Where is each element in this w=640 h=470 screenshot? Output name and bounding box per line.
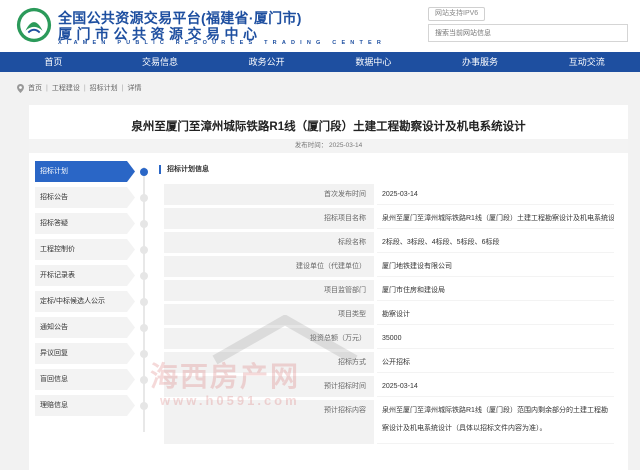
row-value: 2标段、3标段、4标段、5标段、6标段 bbox=[377, 232, 614, 253]
row-label: 首次发布时间 bbox=[164, 184, 374, 205]
sidebar-item-bid-plan[interactable]: 招标计划 bbox=[35, 161, 155, 182]
nav-item-home[interactable]: 首页 bbox=[0, 52, 107, 72]
breadcrumb-detail: 详情 bbox=[127, 85, 142, 92]
stage-sidebar: 招标计划 招标公告 招标答疑 工程控制价 开标记录表 定标/中标候选人公示 通知… bbox=[35, 161, 155, 432]
sidebar-item-candidate-notice[interactable]: 定标/中标候选人公示 bbox=[35, 291, 155, 312]
table-row: 招标项目名称 泉州至厦门至漳州城际铁路R1线（厦门段）土建工程勘察设计及机电系统设… bbox=[164, 208, 614, 229]
site-logo-icon[interactable] bbox=[15, 6, 53, 44]
row-value: 勘察设计 bbox=[377, 304, 614, 325]
row-label: 项目监管部门 bbox=[164, 280, 374, 301]
watermark-url: www.h0591.com bbox=[160, 393, 300, 408]
row-value: 2025-03-14 bbox=[377, 376, 614, 397]
sidebar-item-bid-notice[interactable]: 招标公告 bbox=[35, 187, 155, 208]
publish-date: 发布时间： 2025-03-14 bbox=[29, 139, 628, 153]
breadcrumb-separator: | bbox=[121, 84, 124, 92]
sidebar-item-bid-qa[interactable]: 招标答疑 bbox=[35, 213, 155, 234]
section-title: 招标计划信息 bbox=[159, 165, 209, 174]
breadcrumb: 首页 | 工程建设 | 招标计划 | 详情 bbox=[17, 82, 141, 94]
breadcrumb-home[interactable]: 首页 bbox=[28, 83, 42, 93]
row-label: 招标项目名称 bbox=[164, 208, 374, 229]
sidebar-item-notice[interactable]: 通知公告 bbox=[35, 317, 155, 338]
main-nav: 首页 交易信息 政务公开 数据中心 办事服务 互动交流 bbox=[0, 52, 640, 72]
table-row: 建设单位（代建单位） 厦门地铁建设有限公司 bbox=[164, 256, 614, 277]
nav-item-data[interactable]: 数据中心 bbox=[320, 52, 427, 72]
table-row: 标段名称 2标段、3标段、4标段、5标段、6标段 bbox=[164, 232, 614, 253]
sidebar-item-control-price[interactable]: 工程控制价 bbox=[35, 239, 155, 260]
table-row: 项目监管部门 厦门市住房和建设局 bbox=[164, 280, 614, 301]
location-pin-icon bbox=[17, 83, 24, 93]
row-label: 标段名称 bbox=[164, 232, 374, 253]
row-value: 厦门市住房和建设局 bbox=[377, 280, 614, 301]
breadcrumb-plan[interactable]: 招标计划 bbox=[90, 83, 118, 93]
row-value: 厦门地铁建设有限公司 bbox=[377, 256, 614, 277]
row-value: 2025-03-14 bbox=[377, 184, 614, 205]
sidebar-item-opening-record[interactable]: 开标记录表 bbox=[35, 265, 155, 286]
sidebar-item-reply-info[interactable]: 盲回信息 bbox=[35, 369, 155, 390]
nav-item-interaction[interactable]: 互动交流 bbox=[533, 52, 640, 72]
row-value: 公开招标 bbox=[377, 352, 614, 373]
nav-item-government[interactable]: 政务公开 bbox=[213, 52, 320, 72]
breadcrumb-separator: | bbox=[83, 84, 86, 92]
row-value: 泉州至厦门至漳州城际铁路R1线（厦门段）土建工程勘察设计及机电系统设计 bbox=[377, 208, 614, 229]
detail-card: 泉州至厦门至漳州城际铁路R1线（厦门段）土建工程勘察设计及机电系统设计 发布时间… bbox=[29, 105, 628, 470]
search-input[interactable] bbox=[428, 24, 628, 42]
site-header: 全国公共资源交易平台(福建省·厦门市) 厦门市公共资源交易中心 XIAMEN P… bbox=[0, 0, 640, 52]
sidebar-item-objection[interactable]: 异议回复 bbox=[35, 343, 155, 364]
table-row: 首次发布时间 2025-03-14 bbox=[164, 184, 614, 205]
site-title-english: XIAMEN PUBLIC RESOURCES TRADING CENTER bbox=[58, 40, 387, 46]
ipv6-badge: 网站支持IPV6 bbox=[428, 7, 486, 21]
sidebar-item-claim-info[interactable]: 理赔信息 bbox=[35, 395, 155, 416]
breadcrumb-engineering[interactable]: 工程建设 bbox=[52, 83, 80, 93]
breadcrumb-separator: | bbox=[46, 84, 48, 92]
nav-item-trading[interactable]: 交易信息 bbox=[107, 52, 214, 72]
watermark-text: 海西房产网 bbox=[150, 361, 301, 392]
page-title: 泉州至厦门至漳州城际铁路R1线（厦门段）土建工程勘察设计及机电系统设计 bbox=[131, 121, 526, 133]
row-label: 建设单位（代建单位） bbox=[164, 256, 374, 277]
row-value: 泉州至厦门至漳州城际铁路R1线（厦门段）范围内剩余部分的土建工程勘察设计及机电系… bbox=[377, 400, 614, 444]
nav-item-services[interactable]: 办事服务 bbox=[427, 52, 534, 72]
row-value: 35000 bbox=[377, 328, 614, 349]
